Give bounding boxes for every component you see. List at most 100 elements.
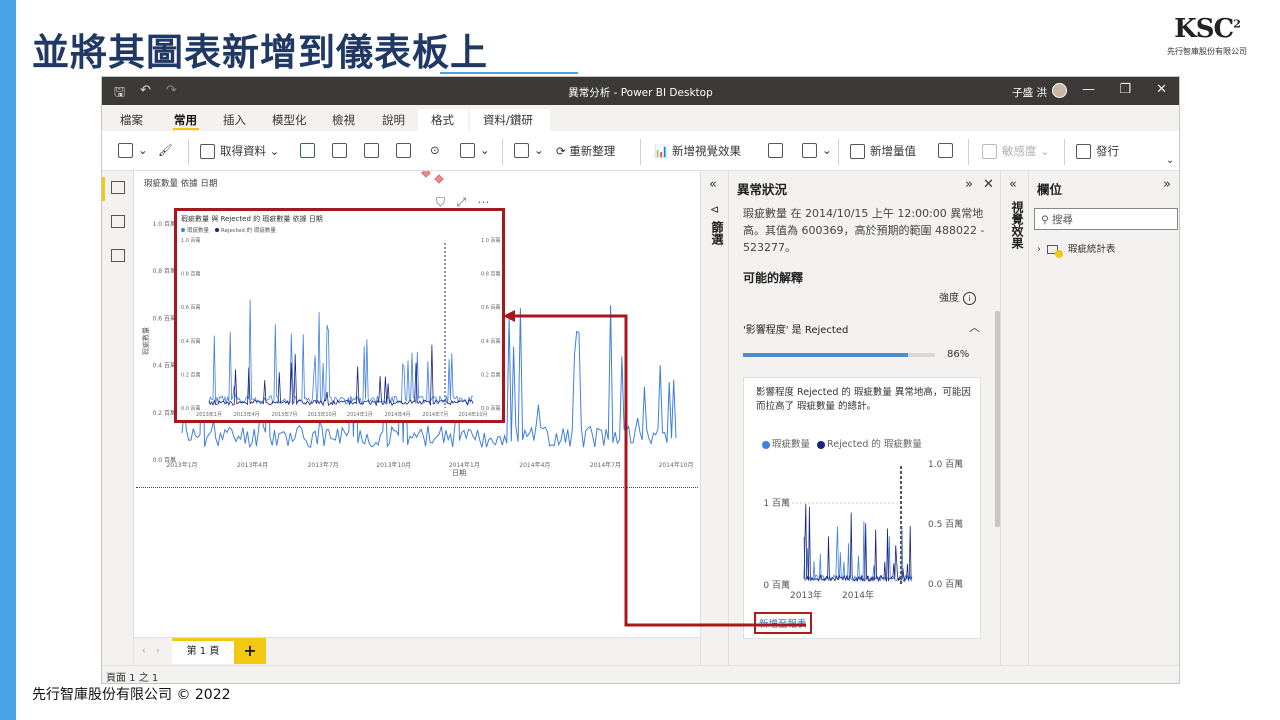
expand-icon[interactable]: »	[965, 177, 973, 192]
enter-data-button[interactable]	[396, 143, 416, 158]
y-tick-label: 0.6 百萬	[153, 314, 176, 322]
ribbon-separator	[188, 139, 189, 165]
chevron-right-icon[interactable]: »	[1163, 177, 1171, 192]
status-bar: 頁面 1 之 1	[102, 665, 1179, 683]
get-data-button[interactable]: 取得資料 ⌄	[200, 143, 279, 159]
tab-prev-icon[interactable]: ‹	[142, 646, 146, 656]
menu-format[interactable]: 格式	[431, 112, 454, 128]
report-view-icon[interactable]	[111, 181, 125, 194]
edit-icon	[514, 143, 529, 158]
ribbon-separator	[1064, 139, 1065, 165]
x-tick-label: 2013年10月	[376, 461, 411, 469]
new-measure-button[interactable]: 新增量值	[850, 143, 916, 159]
chevron-up-icon[interactable]: ︿	[969, 319, 980, 335]
database-icon	[200, 144, 215, 159]
card-right-tick: 1.0 百萬	[928, 458, 963, 470]
legend-series-1: 瑕疵數量	[772, 439, 811, 450]
fields-search-input[interactable]: ⚲ 搜尋	[1034, 208, 1178, 230]
transform-button[interactable]: ⌄	[460, 143, 490, 158]
model-view-icon[interactable]	[111, 249, 125, 262]
anomaly-pane: 異常狀況 » ✕ 瑕疵數量 在 2014/10/15 上午 12:00:00 異…	[728, 171, 1000, 665]
menu-view[interactable]: 檢視	[332, 112, 355, 128]
visualizations-pane-collapsed[interactable]: « 視覺效果	[1000, 171, 1028, 665]
filters-pane-collapsed[interactable]: « ⊲ 篩選	[700, 171, 728, 665]
tab-page-1[interactable]: 第 1 頁	[172, 638, 234, 664]
ribbon-separator	[502, 139, 503, 165]
x-axis-title: 日期	[452, 469, 466, 477]
inset-legend-2: Rejected 的 瑕疵數量	[221, 226, 276, 234]
card-legend: 瑕疵數量 Rejected 的 瑕疵數量	[762, 436, 922, 450]
calculator-icon	[850, 144, 865, 159]
menu-home[interactable]: 常用	[174, 112, 197, 128]
inset-legend-1: 瑕疵數量	[187, 226, 210, 234]
card-chart-svg: 1 百萬 0 百萬 1.0 百萬 0.5 百萬 0.0 百萬 2013年 2014年	[763, 458, 963, 601]
explanation-card: 影響程度 Rejected 的 瑕疵數量 異常地高，可能因而拉高了 瑕疵數量 的…	[743, 377, 981, 639]
legend-dot	[215, 228, 219, 232]
visual-boundary	[136, 487, 698, 488]
edit-queries-button[interactable]: ⌄	[514, 143, 544, 158]
view-switcher	[102, 171, 134, 665]
new-visual-button[interactable]: 📊 新增視覺效果	[654, 143, 741, 159]
inset-y-tick: 0.2 百萬	[181, 371, 201, 378]
strength-bar	[743, 353, 935, 357]
y-tick-label: 0.2 百萬	[153, 409, 176, 417]
inset-x-tick: 2013年4月	[234, 411, 260, 418]
add-page-button[interactable]: +	[234, 638, 266, 664]
y-tick-label: 1.0 百萬	[153, 220, 176, 228]
add-to-report-button[interactable]: 新增至報表	[754, 612, 812, 634]
menu-modeling[interactable]: 模型化	[272, 112, 307, 128]
avatar[interactable]	[1052, 83, 1067, 98]
ribbon: ⌄ 🖌 取得資料 ⌄ ⊙ ⌄ ⌄ ⟳ 重新整理 📊 新增視覺效果 ⌄ 新增量值 …	[102, 131, 1179, 171]
refresh-icon: ⟳	[556, 144, 570, 158]
refresh-button[interactable]: ⟳ 重新整理	[556, 143, 615, 159]
field-table-name: 瑕疵統計表	[1067, 244, 1116, 255]
more-visuals-button[interactable]: ⌄	[802, 143, 832, 158]
close-pane-icon[interactable]: ✕	[983, 177, 994, 192]
slide-accent-bar	[0, 0, 16, 720]
title-bar: 🖫 ↶ ↷ 異常分析 - Power BI Desktop 子盛 洪 — ❐ ✕	[102, 77, 1179, 105]
legend-dot-dark	[817, 440, 826, 449]
sql-button[interactable]	[332, 143, 352, 158]
chevron-right-icon[interactable]: ›	[1037, 244, 1041, 255]
info-icon[interactable]: i	[963, 292, 976, 305]
ribbon-collapse-icon[interactable]: ⌄	[1166, 155, 1174, 166]
data-view-icon[interactable]	[111, 215, 125, 228]
fields-title: 欄位	[1037, 182, 1063, 197]
sensitivity-button: 敏感度 ⌄	[982, 143, 1050, 159]
menu-insert[interactable]: 插入	[223, 112, 246, 128]
legend-dot-light	[762, 440, 770, 449]
paste-button[interactable]: ⌄	[118, 143, 148, 158]
explanation-text: 影響程度 Rejected 的 瑕疵數量 異常地高，可能因而拉高了 瑕疵數量 的…	[756, 387, 971, 412]
menu-data-drill[interactable]: 資料/鑽研	[483, 112, 533, 128]
restore-icon[interactable]: ❐	[1119, 82, 1131, 97]
clipboard-icon	[118, 143, 133, 158]
field-table-item[interactable]: › 瑕疵統計表	[1037, 241, 1116, 258]
publish-button[interactable]: 發行	[1076, 143, 1119, 159]
menu-file[interactable]: 檔案	[120, 112, 143, 128]
inset-y-tick: 0.0 百萬	[181, 405, 201, 412]
format-painter-button[interactable]: 🖌	[158, 143, 173, 157]
excel-icon	[300, 143, 315, 158]
inset-x-tick: 2014年4月	[385, 411, 411, 418]
chevron-left-icon[interactable]: «	[709, 177, 717, 192]
excel-button[interactable]	[300, 143, 320, 158]
dataverse-button[interactable]	[364, 143, 384, 158]
publish-icon	[1076, 144, 1091, 159]
inset-y2-tick: 0.2 百萬	[481, 371, 501, 378]
anomaly-marker	[421, 171, 431, 178]
quick-measure-button[interactable]	[938, 143, 958, 158]
table-icon	[396, 143, 411, 158]
user-name[interactable]: 子盛 洪	[1012, 85, 1047, 100]
brush-icon: 🖌	[158, 143, 173, 157]
tab-next-icon[interactable]: ›	[156, 646, 160, 656]
possible-explanations-title: 可能的解釋	[743, 271, 804, 285]
textbox-button[interactable]	[768, 143, 788, 158]
recent-sources-button[interactable]: ⊙	[430, 143, 440, 157]
explanation-factor[interactable]: '影響程度' 是 Rejected	[743, 321, 848, 336]
x-tick-label: 2013年1月	[166, 461, 197, 469]
close-icon[interactable]: ✕	[1156, 82, 1167, 97]
chevron-left-icon[interactable]: «	[1009, 177, 1017, 192]
ribbon-separator	[640, 139, 641, 165]
minimize-icon[interactable]: —	[1082, 82, 1095, 97]
menu-help[interactable]: 說明	[382, 112, 405, 128]
